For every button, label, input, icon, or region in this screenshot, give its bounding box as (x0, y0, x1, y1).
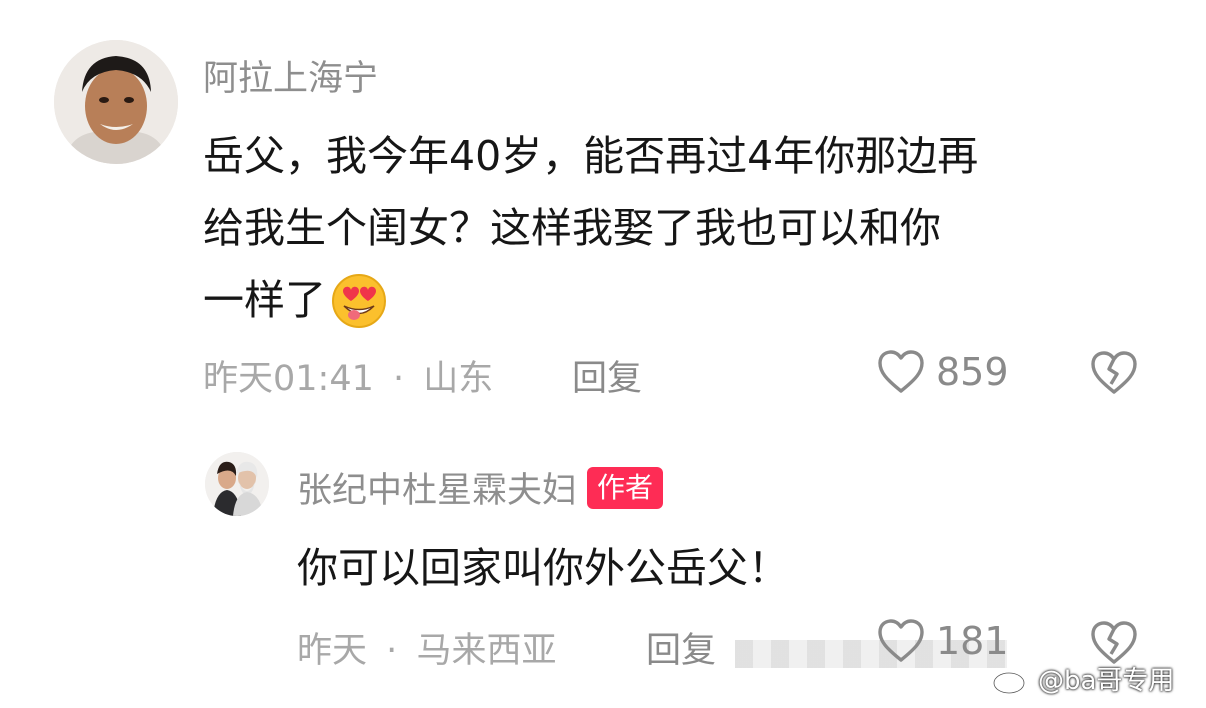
watermark-text: @ba哥专用 (1038, 666, 1175, 696)
comment-text-line: 岳父，我今年40岁，能否再过4年你那边再 (203, 132, 979, 180)
watermark: @ba哥专用 (992, 660, 1174, 697)
comment-meta: 昨天01:41 · 山东 (203, 350, 493, 401)
reply-reply-button[interactable]: 回复 (646, 622, 716, 673)
comment-body: 岳父，我今年40岁，能否再过4年你那边再 给我生个闺女？这样我娶了我也可以和你 … (203, 120, 978, 336)
reply-time: 昨天 (297, 631, 368, 671)
comment-location: 山东 (423, 359, 494, 399)
author-avatar-image (205, 452, 269, 516)
commenter-avatar-image (54, 40, 178, 164)
reply-meta: 昨天 · 马来西亚 (297, 622, 556, 673)
author-avatar[interactable] (205, 452, 269, 516)
comment-text-line: 一样了 (203, 264, 978, 336)
heart-outline-icon (876, 349, 926, 395)
heart-eyes-emoji-icon (330, 271, 388, 329)
heart-outline-icon (876, 618, 926, 664)
comment-text-line: 给我生个闺女？这样我娶了我也可以和你 (203, 204, 941, 252)
reply-location: 马来西亚 (416, 631, 557, 671)
author-badge: 作者 (587, 466, 664, 509)
commenter-avatar[interactable] (54, 40, 178, 164)
commenter-username[interactable]: 阿拉上海宁 (203, 50, 378, 101)
reply-like-button[interactable]: 181 (876, 618, 1009, 664)
author-username[interactable]: 张纪中杜星霖夫妇 (297, 462, 577, 513)
comment-dislike-button[interactable] (1088, 350, 1140, 396)
reply-like-count: 181 (936, 619, 1009, 663)
meta-separator: · (393, 359, 405, 399)
author-name-row: 张纪中杜星霖夫妇 作者 (297, 462, 664, 513)
comment-time: 昨天01:41 (203, 359, 374, 399)
broken-heart-icon (1088, 350, 1140, 396)
weibo-logo-icon (992, 663, 1032, 695)
meta-separator: · (386, 631, 398, 671)
comment-like-button[interactable]: 859 (876, 349, 1009, 395)
comment-reply-button[interactable]: 回复 (572, 350, 642, 401)
comment-like-count: 859 (936, 350, 1009, 394)
comment-text-line-end: 一样了 (203, 276, 326, 324)
reply-text: 你可以回家叫你外公岳父！ (297, 544, 789, 592)
